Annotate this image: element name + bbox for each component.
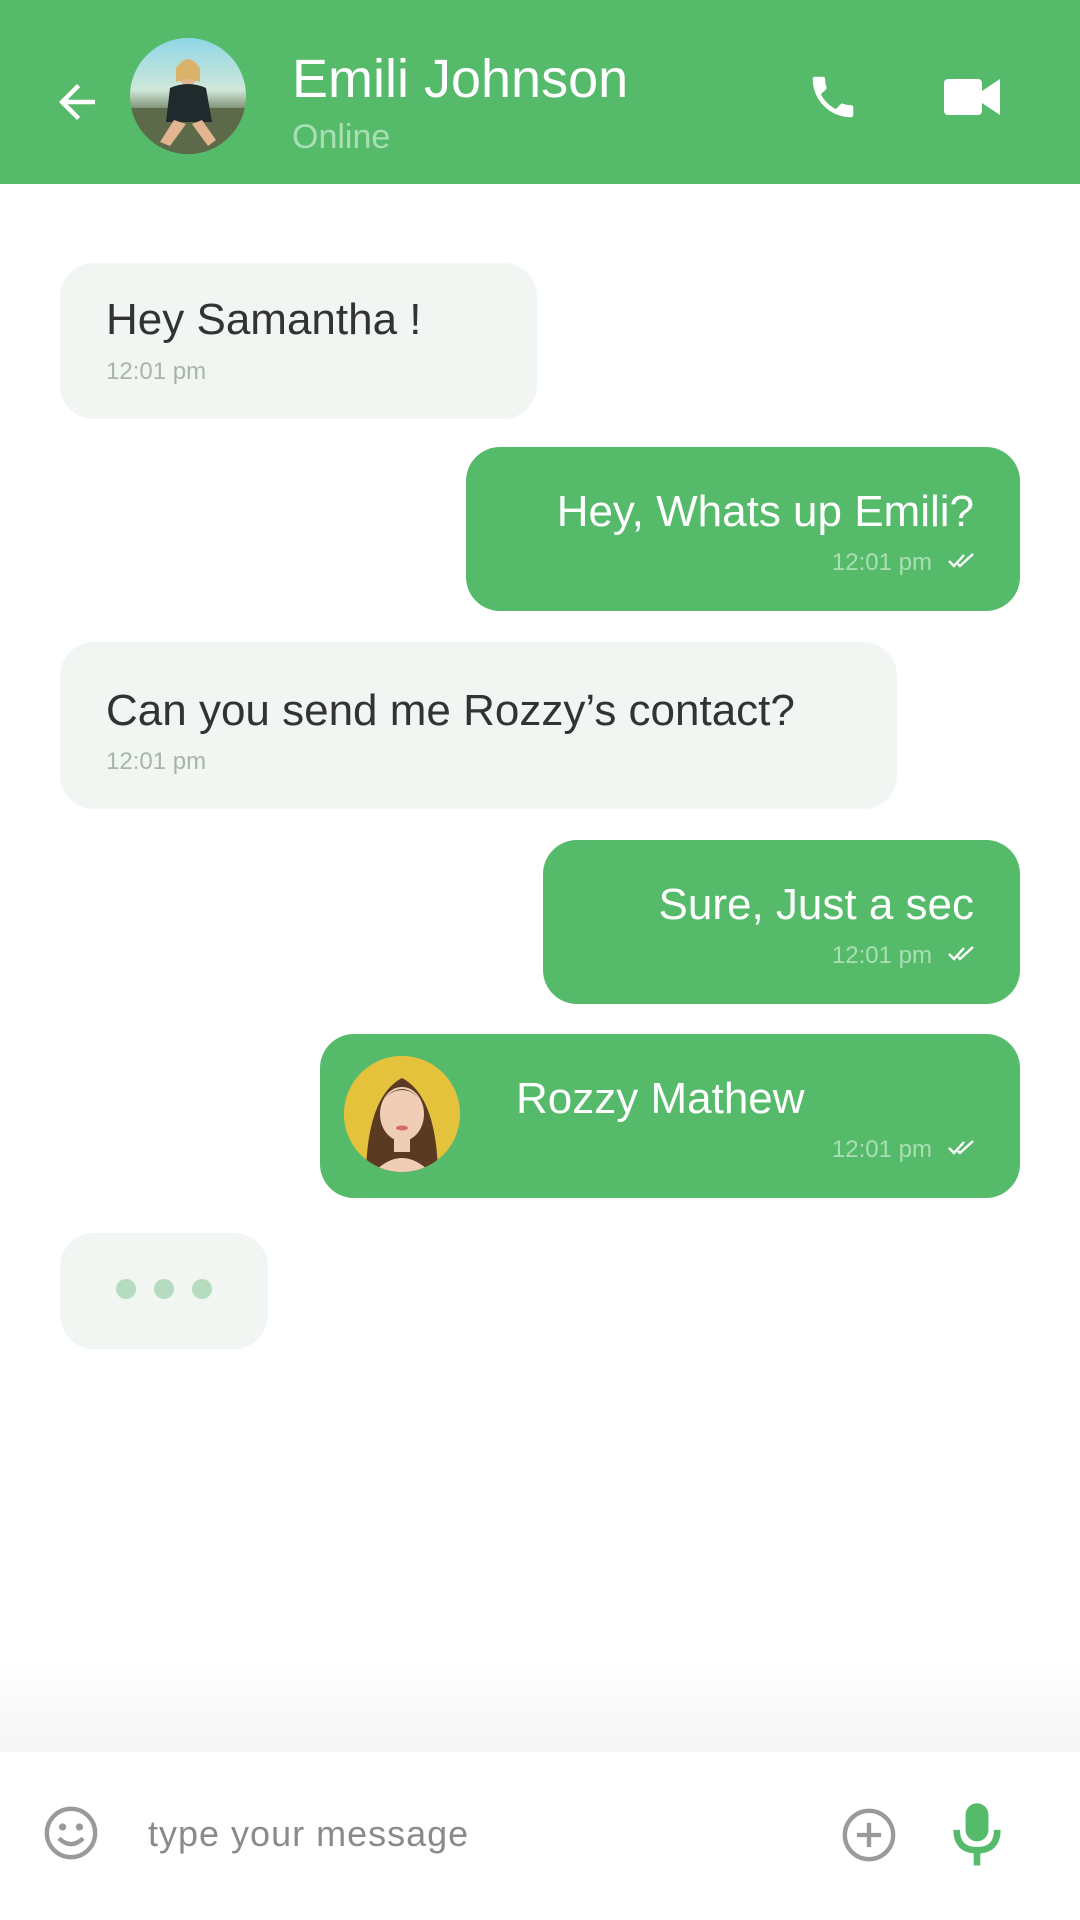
message-time: 12:01 pm — [831, 1136, 932, 1163]
shared-contact-avatar[interactable] — [344, 1056, 460, 1172]
chat-header: Emili Johnson Online — [0, 0, 1080, 184]
phone-icon[interactable] — [806, 70, 860, 124]
message-input[interactable] — [126, 1796, 830, 1872]
typing-dot — [116, 1279, 136, 1299]
typing-dot — [192, 1279, 212, 1299]
composer-shadow — [0, 1660, 1080, 1752]
message-time: 12:01 pm — [106, 358, 207, 385]
message-time: 12:01 pm — [831, 549, 932, 576]
message-bubble-outgoing[interactable]: Sure, Just a sec 12:01 pm — [543, 840, 1020, 1004]
message-bubble-outgoing[interactable]: Hey, Whats up Emili? 12:01 pm — [466, 447, 1020, 611]
contact-status: Online — [292, 118, 391, 156]
typing-dot — [154, 1279, 174, 1299]
person-photo — [344, 1056, 460, 1172]
message-text: Sure, Just a sec — [658, 880, 974, 929]
video-camera-icon[interactable] — [944, 74, 1000, 120]
message-text: Hey, Whats up Emili? — [556, 487, 974, 536]
double-check-icon — [948, 553, 974, 568]
message-composer — [0, 1752, 1080, 1920]
message-text: Can you send me Rozzy’s contact? — [106, 686, 795, 735]
contact-avatar[interactable] — [130, 38, 246, 154]
double-check-icon — [948, 1140, 974, 1155]
emoji-icon[interactable] — [42, 1804, 100, 1862]
microphone-icon[interactable] — [950, 1802, 1004, 1868]
back-arrow-icon[interactable] — [50, 75, 104, 129]
contact-card-message[interactable]: Rozzy Mathew 12:01 pm — [320, 1034, 1020, 1198]
message-time: 12:01 pm — [106, 748, 207, 775]
message-time: 12:01 pm — [831, 942, 932, 969]
shared-contact-name: Rozzy Mathew — [516, 1074, 805, 1123]
plus-circle-icon[interactable] — [840, 1806, 898, 1864]
person-photo — [130, 59, 246, 154]
typing-indicator — [60, 1233, 268, 1349]
message-text: Hey Samantha ! — [106, 295, 422, 344]
message-bubble-incoming[interactable]: Can you send me Rozzy’s contact? 12:01 p… — [60, 642, 897, 809]
contact-name: Emili Johnson — [292, 49, 629, 109]
double-check-icon — [948, 946, 974, 961]
message-bubble-incoming[interactable]: Hey Samantha ! 12:01 pm — [60, 263, 537, 419]
